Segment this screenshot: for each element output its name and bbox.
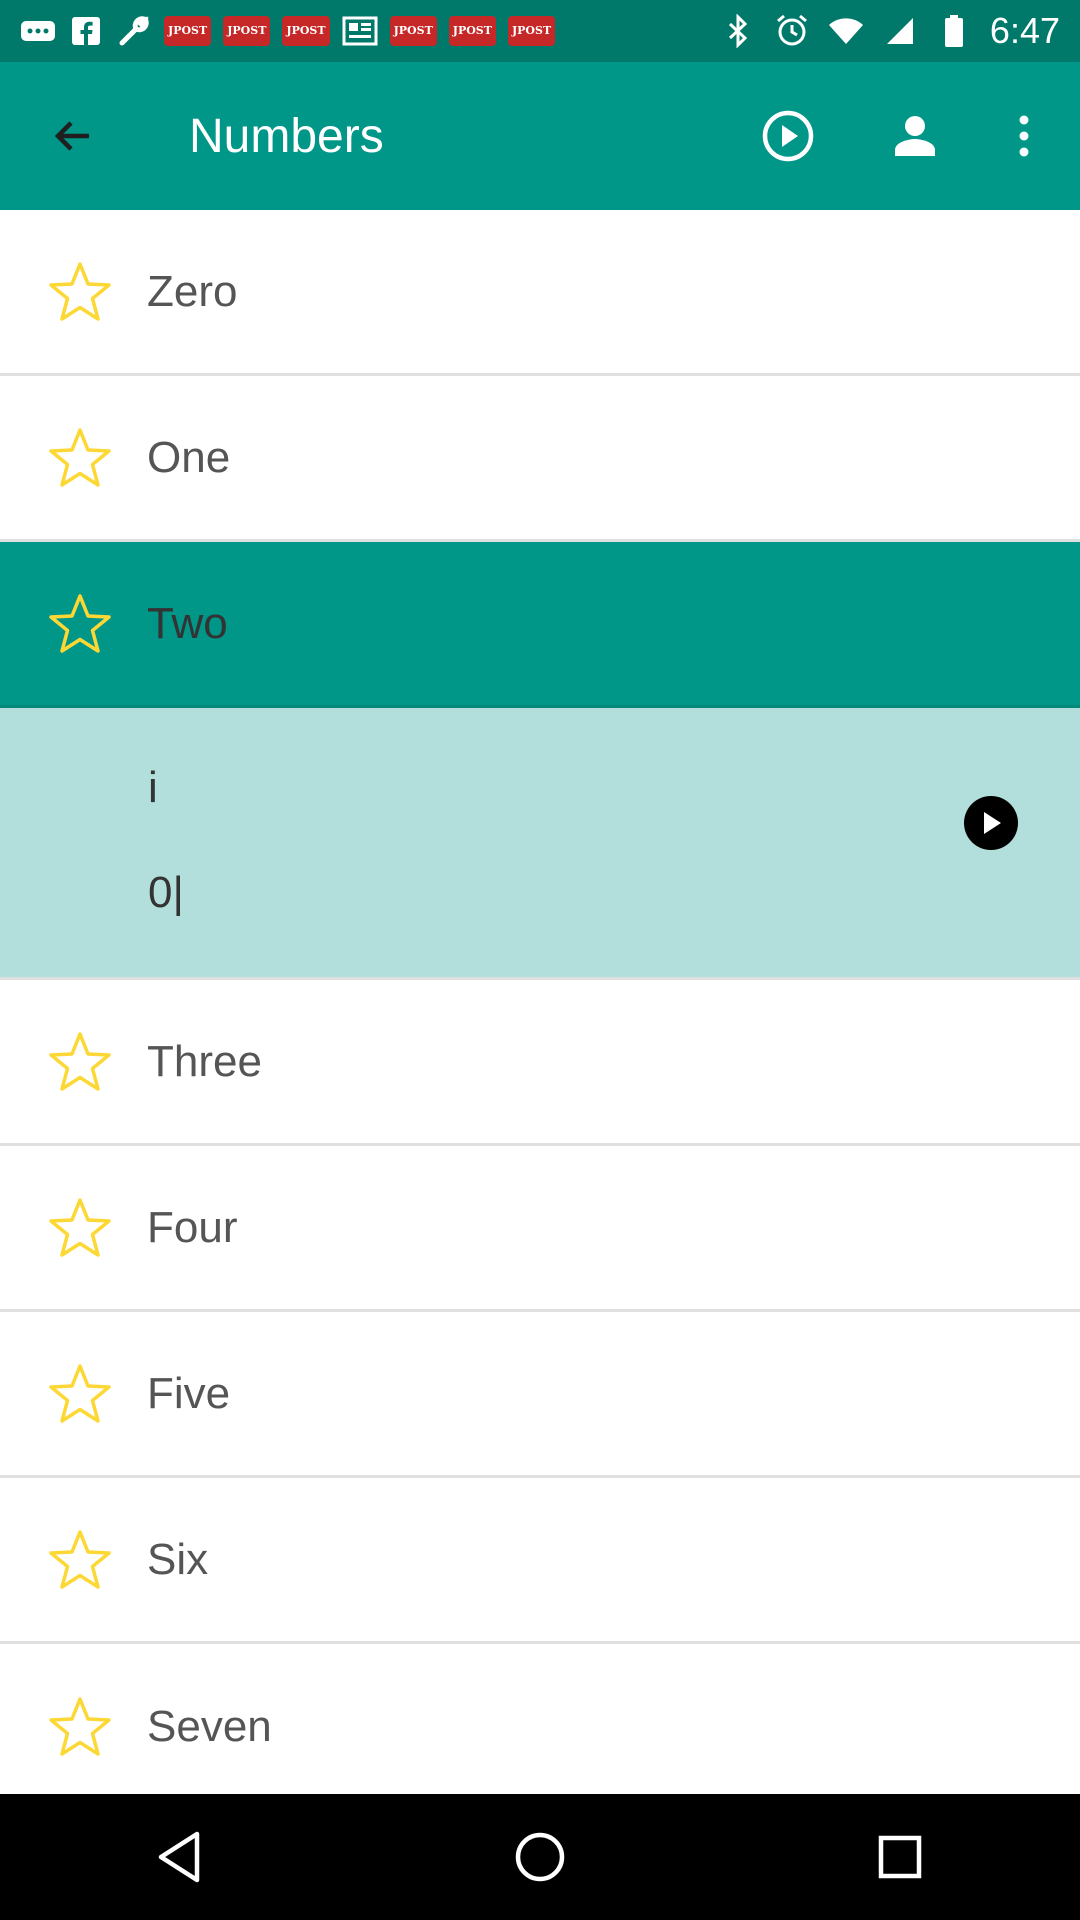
star-outline-icon [49,1529,111,1589]
numbers-list: Zero One Two i 0| Three Four Five Six Se… [0,210,1080,1810]
favorite-star-button[interactable] [47,1361,113,1427]
star-outline-icon [49,427,111,487]
star-outline-icon [49,593,111,653]
list-item[interactable]: Five [0,1312,1080,1478]
star-outline-icon [49,1363,111,1423]
jpost-badge: JPOST [223,16,271,46]
item-detail-panel: i 0| [0,708,1080,980]
wrench-icon [116,13,152,49]
star-outline-icon [49,261,111,321]
profile-button[interactable] [879,100,951,172]
overflow-menu-button[interactable] [988,100,1060,172]
list-item[interactable]: Six [0,1478,1080,1644]
star-outline-icon [49,1197,111,1257]
list-item-label: Four [147,1202,238,1252]
favorite-star-button[interactable] [47,1029,113,1095]
more-horiz-icon [20,13,56,49]
favorite-star-button[interactable] [47,425,113,491]
home-circle-icon [515,1832,565,1882]
list-item-label: Five [147,1368,231,1418]
list-item[interactable]: Seven [0,1644,1080,1810]
detail-text-line: i [148,763,158,812]
jpost-badge: JPOST [389,16,437,46]
jpost-badge: JPOST [448,16,496,46]
jpost-badge: JPOST [507,16,556,46]
app-bar: Numbers [0,62,1080,210]
recents-square-icon [878,1835,922,1879]
alarm-icon [774,13,810,49]
list-item-label: Seven [147,1702,272,1751]
play-icon [984,812,1001,834]
nav-back-button[interactable] [140,1817,220,1897]
favorite-star-button[interactable] [47,1694,113,1760]
favorite-star-button[interactable] [47,591,113,657]
play-all-button[interactable] [752,100,824,172]
overflow-menu-icon [1019,115,1029,157]
play-audio-button[interactable] [964,796,1018,850]
jpost-badge: JPOST [282,16,330,46]
list-item-label: Three [147,1036,262,1086]
play-circle-icon [762,110,814,162]
list-item-label: Six [147,1534,209,1584]
nav-recents-button[interactable] [860,1817,940,1897]
list-item-label: One [147,432,231,482]
back-button[interactable] [43,106,103,166]
list-item[interactable]: One [0,376,1080,542]
status-time: 6:47 [989,10,1060,51]
favorite-star-button[interactable] [47,1527,113,1593]
wifi-icon [828,13,864,49]
list-item[interactable]: Zero [0,210,1080,376]
status-system: 6:47 [720,10,1060,52]
arrow-back-icon [54,121,89,151]
system-nav-bar [0,1794,1080,1920]
list-item[interactable]: Four [0,1146,1080,1312]
status-bar: JPOST JPOST JPOST JPOST JPOST JPOST 6:47 [0,0,1080,62]
bluetooth-icon [720,13,756,49]
person-icon [895,116,935,156]
list-item-label: Two [147,598,228,648]
star-outline-icon [49,1697,111,1756]
page-title: Numbers [189,109,384,163]
detail-text-line: 0| [148,868,184,917]
nav-home-button[interactable] [500,1817,580,1897]
back-triangle-icon [158,1831,200,1883]
list-item[interactable]: Three [0,980,1080,1146]
newspaper-icon [342,13,378,49]
star-outline-icon [49,1031,111,1091]
facebook-icon [68,13,104,49]
app-bar-actions [752,100,1080,172]
signal-icon [882,13,918,49]
favorite-star-button[interactable] [47,259,113,325]
favorite-star-button[interactable] [47,1195,113,1261]
jpost-badge: JPOST [164,16,212,46]
battery-icon [936,13,972,49]
list-item-label: Zero [147,266,238,316]
status-notifications: JPOST JPOST JPOST JPOST JPOST JPOST [20,13,556,49]
list-item-selected[interactable]: Two [0,542,1080,708]
